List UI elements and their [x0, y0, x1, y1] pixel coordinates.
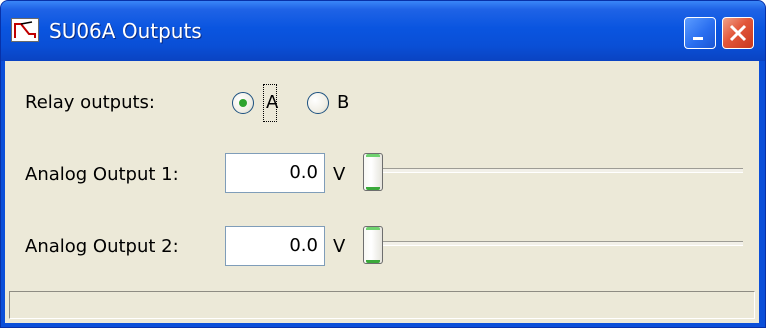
window-title: SU06A Outputs: [49, 19, 202, 43]
status-bar: [9, 291, 755, 319]
outputs-window: SU06A Outputs Relay outputs: A B Analog …: [0, 0, 766, 328]
relay-outputs-label: Relay outputs:: [25, 92, 155, 113]
analog-output-1-unit: V: [333, 164, 346, 185]
analog-output-2-unit: V: [333, 236, 346, 257]
radio-selected-dot: [239, 99, 247, 107]
minimize-icon: [693, 37, 703, 40]
relay-option-a-label[interactable]: A: [266, 92, 278, 113]
analog-output-1-slider-track[interactable]: [369, 168, 743, 173]
minimize-button[interactable]: [684, 17, 716, 49]
relay-option-b-label[interactable]: B: [337, 92, 349, 113]
title-bar[interactable]: SU06A Outputs: [1, 1, 765, 61]
analog-output-2-field[interactable]: 0.0: [225, 226, 325, 266]
analog-output-2-slider-thumb[interactable]: [363, 226, 383, 264]
close-icon: [729, 24, 747, 42]
relay-radio-b[interactable]: [307, 92, 329, 114]
analog-output-2-slider-track[interactable]: [369, 241, 743, 246]
relay-app-icon: [11, 18, 39, 42]
client-area: Relay outputs: A B Analog Output 1: 0.0 …: [5, 61, 759, 323]
relay-radio-a[interactable]: [232, 92, 254, 114]
analog-output-1-field[interactable]: 0.0: [225, 153, 325, 193]
analog-output-2-label: Analog Output 2:: [25, 236, 179, 257]
analog-output-1-label: Analog Output 1:: [25, 164, 179, 185]
analog-output-1-slider-thumb[interactable]: [363, 153, 383, 191]
close-button[interactable]: [722, 17, 754, 49]
